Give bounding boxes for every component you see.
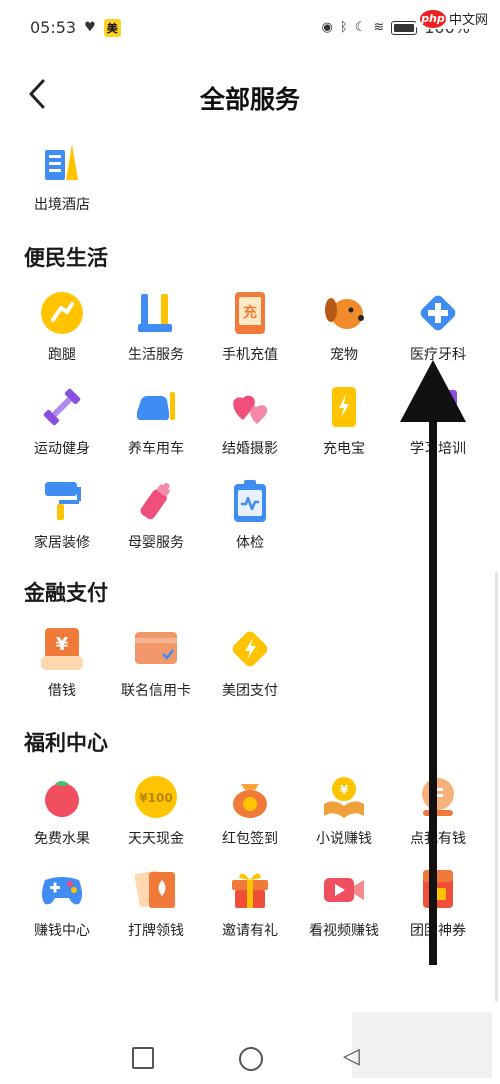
cash-icon: ¥100 bbox=[133, 774, 179, 820]
site-logo: php 中文网 bbox=[415, 8, 492, 29]
service-label: 手机充值 bbox=[222, 347, 278, 363]
paint-roller-icon bbox=[39, 478, 85, 524]
dumbbell-icon bbox=[39, 384, 85, 430]
service-label: 生活服务 bbox=[128, 347, 184, 363]
service-fruit[interactable]: 免费水果 bbox=[12, 774, 112, 854]
service-checkup[interactable]: 体检 bbox=[200, 478, 300, 558]
cash-glyph: ¥100 bbox=[139, 791, 172, 805]
annotation-arrow bbox=[400, 360, 466, 965]
service-fitness[interactable]: 运动健身 bbox=[12, 384, 112, 464]
service-label: 结婚摄影 bbox=[222, 441, 278, 457]
novel-glyph: ¥ bbox=[340, 783, 349, 797]
power-bank-icon bbox=[321, 384, 367, 430]
service-pay[interactable]: 美团支付 bbox=[200, 626, 300, 706]
service-label: 借钱 bbox=[48, 683, 76, 699]
service-redpacket[interactable]: 红包签到 bbox=[200, 774, 300, 854]
eye-icon: ◉ bbox=[321, 20, 333, 35]
medical-icon bbox=[415, 290, 461, 336]
service-hotel[interactable]: 出境酒店 bbox=[12, 140, 112, 220]
cards-icon bbox=[133, 866, 179, 912]
errand-icon bbox=[39, 290, 85, 336]
service-label: 宠物 bbox=[330, 347, 358, 363]
service-label: 联名信用卡 bbox=[121, 683, 191, 699]
service-label: 养车用车 bbox=[128, 441, 184, 457]
service-baby[interactable]: 母婴服务 bbox=[106, 478, 206, 558]
status-time: 05:53 bbox=[30, 18, 77, 37]
bluetooth-icon: ᛒ bbox=[339, 20, 348, 35]
page-title: 全部服务 bbox=[199, 85, 300, 114]
service-novel[interactable]: ¥ 小说赚钱 bbox=[294, 774, 394, 854]
section-title: 金融支付 bbox=[24, 581, 108, 605]
section-title: 便民生活 bbox=[24, 246, 108, 270]
fruit-icon bbox=[39, 774, 85, 820]
hotel-icon bbox=[39, 140, 85, 186]
hearts-icon bbox=[227, 384, 273, 430]
service-wedding[interactable]: 结婚摄影 bbox=[200, 384, 300, 464]
service-powerbank[interactable]: 充电宝 bbox=[294, 384, 394, 464]
service-recharge[interactable]: 充 手机充值 bbox=[200, 290, 300, 370]
video-icon bbox=[321, 866, 367, 912]
service-label: 免费水果 bbox=[34, 831, 90, 847]
gift-icon bbox=[227, 866, 273, 912]
service-video[interactable]: 看视频赚钱 bbox=[294, 866, 394, 946]
service-label: 打牌领钱 bbox=[128, 923, 184, 939]
service-label: 运动健身 bbox=[34, 441, 90, 457]
gamepad-icon bbox=[39, 866, 85, 912]
baby-bottle-icon bbox=[133, 478, 179, 524]
service-cards[interactable]: 打牌领钱 bbox=[106, 866, 206, 946]
php-logo-text: 中文网 bbox=[448, 13, 488, 28]
service-pet[interactable]: 宠物 bbox=[294, 290, 394, 370]
service-label: 红包签到 bbox=[222, 831, 278, 847]
recent-apps-button[interactable] bbox=[132, 1047, 154, 1069]
php-logo-mark: php bbox=[419, 9, 446, 28]
home-button[interactable] bbox=[239, 1047, 263, 1071]
recharge-glyph: 充 bbox=[243, 304, 257, 321]
pay-icon bbox=[227, 626, 273, 672]
service-label: 出境酒店 bbox=[34, 197, 90, 213]
loan-icon: ¥ bbox=[39, 626, 85, 672]
battery-icon bbox=[391, 20, 418, 35]
tools-icon bbox=[133, 290, 179, 336]
service-creditcard[interactable]: 联名信用卡 bbox=[106, 626, 206, 706]
service-errand[interactable]: 跑腿 bbox=[12, 290, 112, 370]
triangle-left-icon: ◁ bbox=[343, 1044, 360, 1069]
car-icon bbox=[133, 384, 179, 430]
wifi-icon: ≋ bbox=[373, 20, 385, 35]
service-life[interactable]: 生活服务 bbox=[106, 290, 206, 370]
service-label: 家居装修 bbox=[34, 535, 90, 551]
system-nav-bar: ◁ bbox=[0, 1010, 500, 1084]
service-label: 邀请有礼 bbox=[222, 923, 278, 939]
pet-icon bbox=[321, 290, 367, 336]
service-label: 充电宝 bbox=[323, 441, 365, 457]
health-check-icon bbox=[227, 478, 273, 524]
nav-back-button[interactable]: ◁ bbox=[343, 1044, 360, 1069]
service-loan[interactable]: ¥ 借钱 bbox=[12, 626, 112, 706]
scrollbar[interactable] bbox=[495, 572, 498, 1002]
novel-icon: ¥ bbox=[321, 774, 367, 820]
red-packet-icon bbox=[227, 774, 273, 820]
service-medical[interactable]: 医疗牙科 bbox=[388, 290, 488, 370]
service-label: 美团支付 bbox=[222, 683, 278, 699]
loan-glyph: ¥ bbox=[56, 634, 69, 655]
page-header: 全部服务 bbox=[0, 62, 500, 128]
phone-recharge-icon: 充 bbox=[227, 290, 273, 336]
heart-status-icon: ♥ bbox=[84, 20, 96, 35]
service-label: 小说赚钱 bbox=[316, 831, 372, 847]
section-title: 福利中心 bbox=[24, 731, 108, 755]
service-label: 赚钱中心 bbox=[34, 923, 90, 939]
service-invite[interactable]: 邀请有礼 bbox=[200, 866, 300, 946]
credit-card-icon bbox=[133, 626, 179, 672]
service-car[interactable]: 养车用车 bbox=[106, 384, 206, 464]
service-decoration[interactable]: 家居装修 bbox=[12, 478, 112, 558]
service-earn-center[interactable]: 赚钱中心 bbox=[12, 866, 112, 946]
service-cash[interactable]: ¥100 天天现金 bbox=[106, 774, 206, 854]
service-label: 母婴服务 bbox=[128, 535, 184, 551]
service-label: 天天现金 bbox=[128, 831, 184, 847]
app-badge: 美 bbox=[103, 18, 121, 37]
moon-icon: ☾ bbox=[354, 20, 367, 35]
service-label: 跑腿 bbox=[48, 347, 76, 363]
service-label: 看视频赚钱 bbox=[309, 923, 379, 939]
service-label: 体检 bbox=[236, 535, 264, 551]
